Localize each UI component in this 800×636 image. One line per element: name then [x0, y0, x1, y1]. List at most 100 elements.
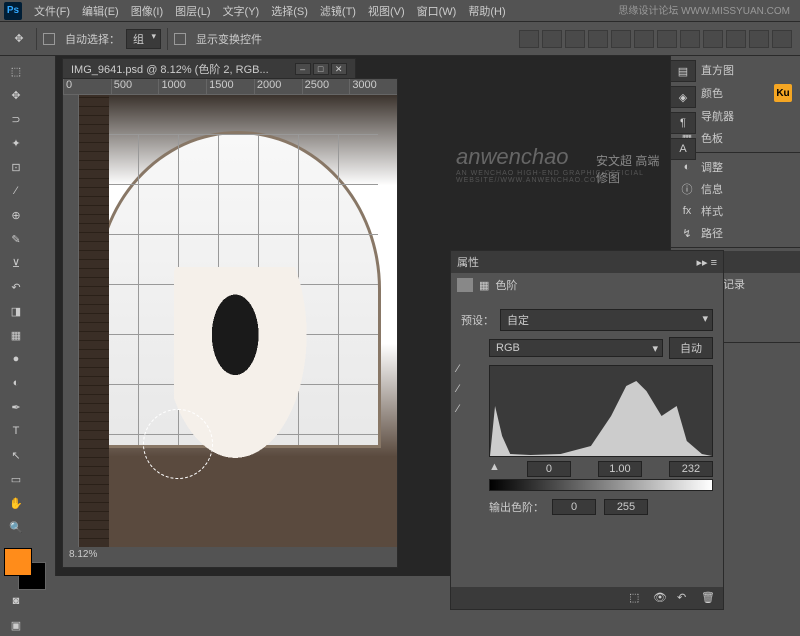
trash-icon[interactable]: 🗑	[701, 591, 717, 605]
ruler-horizontal: 050010001500200025003000	[63, 79, 397, 95]
pen-tool-icon[interactable]: ✒	[4, 396, 28, 418]
align-buttons	[519, 30, 792, 48]
input-white[interactable]: 232	[669, 461, 713, 477]
panel-paths[interactable]: ↯ 路径	[671, 222, 800, 244]
dodge-tool-icon[interactable]: ◐	[4, 372, 28, 394]
eyedropper-tool-icon[interactable]: ⁄	[4, 180, 28, 202]
mask-icon[interactable]: ▦	[479, 279, 489, 292]
eyedropper-gray-icon[interactable]: ⁄	[457, 383, 475, 397]
kuler-icon[interactable]: Ku	[774, 84, 792, 102]
collapsed-panel-icon[interactable]: A	[670, 138, 696, 160]
type-tool-icon[interactable]: T	[4, 420, 28, 442]
output-gradient[interactable]	[489, 479, 713, 491]
panel-menu-icon[interactable]: ▸▸ ≡	[696, 256, 717, 269]
menu-help[interactable]: 帮助(H)	[462, 3, 511, 19]
panel-label: 直方图	[701, 62, 734, 78]
preset-dropdown[interactable]: 自定	[500, 309, 713, 331]
panel-info[interactable]: ⓘ信息	[671, 178, 800, 200]
document-window: 050010001500200025003000 8.12%	[62, 78, 398, 568]
align-btn[interactable]	[680, 30, 700, 48]
adjustment-name: 色阶	[495, 277, 517, 293]
shape-tool-icon[interactable]: ▭	[4, 468, 28, 490]
path-tool-icon[interactable]: ↖	[4, 444, 28, 466]
crop-tool-icon[interactable]: ⊡	[4, 156, 28, 178]
align-btn[interactable]	[519, 30, 539, 48]
close-icon[interactable]: ✕	[331, 63, 347, 75]
eraser-tool-icon[interactable]: ◨	[4, 300, 28, 322]
panel-label: 颜色	[701, 85, 723, 101]
align-btn[interactable]	[588, 30, 608, 48]
auto-select-checkbox[interactable]	[43, 33, 55, 45]
panel-title: 属性	[457, 254, 479, 270]
channel-dropdown[interactable]: RGB	[489, 339, 663, 357]
status-bar: 8.12%	[63, 547, 397, 565]
menu-view[interactable]: 视图(V)	[362, 3, 411, 19]
eyedropper-black-icon[interactable]: ⁄	[457, 363, 475, 377]
output-black[interactable]: 0	[552, 499, 596, 515]
ruler-mark: 1500	[206, 79, 254, 94]
auto-button[interactable]: 自动	[669, 337, 713, 359]
wand-tool-icon[interactable]: ✦	[4, 132, 28, 154]
align-btn[interactable]	[657, 30, 677, 48]
zoom-tool-icon[interactable]: 🔍	[4, 516, 28, 538]
stamp-tool-icon[interactable]: ⊻	[4, 252, 28, 274]
blur-tool-icon[interactable]: ●	[4, 348, 28, 370]
maximize-icon[interactable]: □	[313, 63, 329, 75]
align-btn[interactable]	[634, 30, 654, 48]
collapsed-panel-icon[interactable]: ▤	[670, 60, 696, 82]
histogram[interactable]	[489, 365, 713, 457]
collapsed-panel-icon[interactable]: ◈	[670, 86, 696, 108]
clip-icon[interactable]: ⬚	[629, 591, 645, 605]
menu-select[interactable]: 选择(S)	[265, 3, 314, 19]
align-btn[interactable]	[611, 30, 631, 48]
reset-icon[interactable]: ↶	[677, 591, 693, 605]
menu-filter[interactable]: 滤镜(T)	[314, 3, 362, 19]
slider-black-icon[interactable]: ▲	[489, 461, 500, 477]
auto-select-dropdown[interactable]: 组	[126, 29, 161, 49]
show-transform-checkbox[interactable]	[174, 33, 186, 45]
hand-tool-icon[interactable]: ✋	[4, 492, 28, 514]
output-white[interactable]: 255	[604, 499, 648, 515]
heal-tool-icon[interactable]: ⊕	[4, 204, 28, 226]
panel-styles[interactable]: fx样式	[671, 200, 800, 222]
menu-file[interactable]: 文件(F)	[28, 3, 76, 19]
align-btn[interactable]	[749, 30, 769, 48]
fg-swatch[interactable]	[4, 548, 32, 576]
align-btn[interactable]	[703, 30, 723, 48]
lasso-tool-icon[interactable]: ⊃	[4, 108, 28, 130]
minimize-icon[interactable]: –	[295, 63, 311, 75]
eye-icon[interactable]: 👁	[653, 591, 669, 605]
screenmode-icon[interactable]: ▣	[4, 614, 28, 636]
panel-label: 路径	[701, 225, 723, 241]
paths-icon: ↯	[679, 226, 695, 240]
menu-type[interactable]: 文字(Y)	[217, 3, 266, 19]
quickmask-icon[interactable]: ◙	[4, 590, 28, 612]
ruler-mark: 2500	[302, 79, 350, 94]
ruler-mark: 3000	[349, 79, 397, 94]
marquee-tool-icon[interactable]: ⬚	[4, 60, 28, 82]
input-black[interactable]: 0	[527, 461, 571, 477]
brush-tool-icon[interactable]: ✎	[4, 228, 28, 250]
ruler-vertical	[63, 95, 79, 547]
move-tool-icon[interactable]: ✥	[4, 84, 28, 106]
panel-header[interactable]: 属性 ▸▸ ≡	[451, 251, 723, 273]
document-tab[interactable]: IMG_9641.psd @ 8.12% (色阶 2, RGB... – □ ✕	[62, 58, 356, 80]
color-swatches[interactable]	[4, 548, 51, 588]
canvas-area: IMG_9641.psd @ 8.12% (色阶 2, RGB... – □ ✕…	[56, 56, 670, 576]
watermark-url: AN WENCHAO HIGH-END GRAPHIC OFFICIAL WEB…	[456, 170, 670, 184]
menu-window[interactable]: 窗口(W)	[411, 3, 463, 19]
info-icon: ⓘ	[679, 182, 695, 196]
canvas-image[interactable]	[79, 95, 397, 547]
menu-edit[interactable]: 编辑(E)	[76, 3, 125, 19]
align-btn[interactable]	[542, 30, 562, 48]
align-btn[interactable]	[772, 30, 792, 48]
eyedropper-white-icon[interactable]: ⁄	[457, 403, 475, 417]
input-gamma[interactable]: 1.00	[598, 461, 642, 477]
align-btn[interactable]	[726, 30, 746, 48]
gradient-tool-icon[interactable]: ▦	[4, 324, 28, 346]
menu-layer[interactable]: 图层(L)	[169, 3, 216, 19]
history-brush-icon[interactable]: ↶	[4, 276, 28, 298]
align-btn[interactable]	[565, 30, 585, 48]
collapsed-panel-icon[interactable]: ¶	[670, 112, 696, 134]
menu-image[interactable]: 图像(I)	[125, 3, 169, 19]
